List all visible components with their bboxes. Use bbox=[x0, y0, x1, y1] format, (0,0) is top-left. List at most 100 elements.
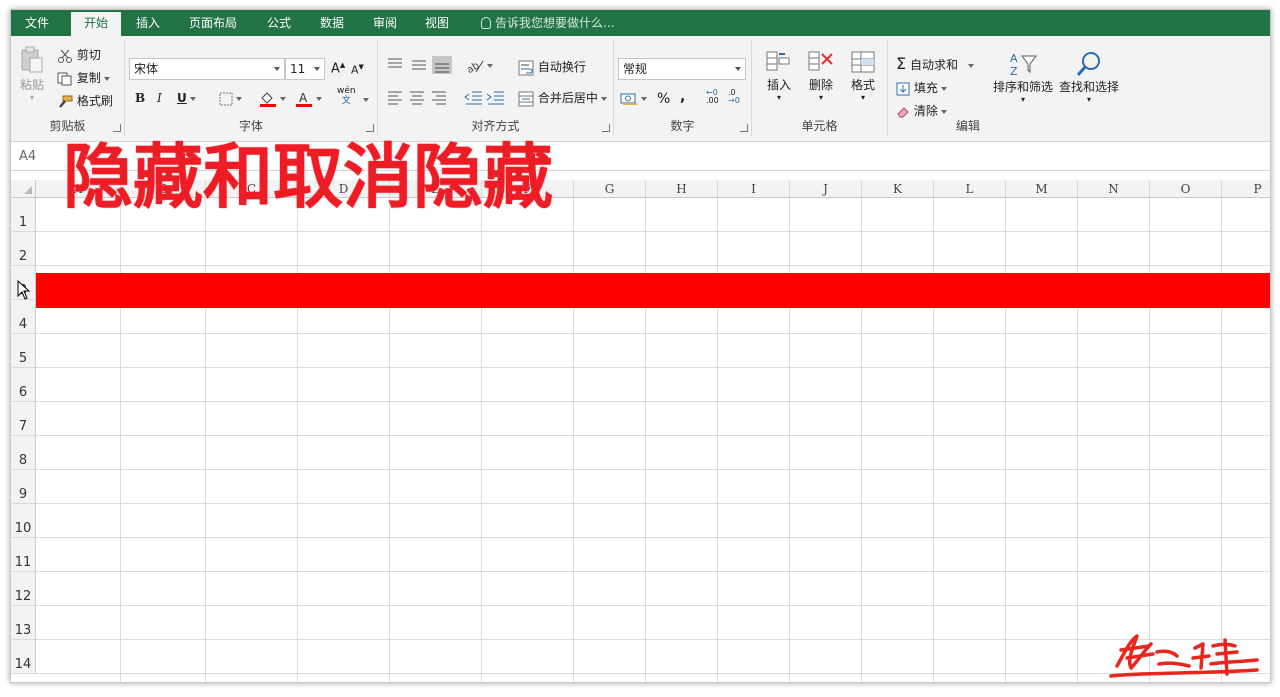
vertical-align-icons[interactable] bbox=[386, 56, 466, 74]
worksheet-grid[interactable]: ABCDEFGHIJKLMNOP 1234567891011121314 bbox=[11, 180, 1270, 682]
italic-button[interactable]: I bbox=[157, 91, 162, 105]
fill-dropdown-icon[interactable] bbox=[940, 86, 947, 91]
wrap-text-button[interactable]: 自动换行 bbox=[518, 58, 586, 76]
font-name-value: 宋体 bbox=[134, 62, 159, 76]
phonetic-dropdown-icon[interactable] bbox=[363, 98, 369, 102]
column-header-i[interactable]: I bbox=[718, 180, 790, 198]
copy-label: 复制 bbox=[76, 71, 101, 85]
tab-view[interactable]: 视图 bbox=[417, 10, 457, 36]
alignment-dialog-launcher[interactable] bbox=[602, 124, 610, 132]
copy-button[interactable]: 复制 bbox=[57, 69, 110, 86]
font-size-value: 11 bbox=[290, 62, 306, 76]
format-painter-button[interactable]: 格式刷 bbox=[57, 92, 113, 109]
grow-font-button[interactable]: A▲ bbox=[331, 61, 345, 76]
format-dropdown-icon[interactable]: ▾ bbox=[846, 93, 880, 102]
paste-button[interactable]: 粘贴 ▾ bbox=[17, 46, 47, 102]
copy-dropdown-icon[interactable] bbox=[103, 76, 110, 81]
select-all-corner[interactable] bbox=[11, 180, 36, 198]
accounting-format-button[interactable] bbox=[620, 91, 647, 106]
increase-decimal-button[interactable]: ←0.00 bbox=[706, 89, 719, 105]
border-dropdown-icon[interactable] bbox=[236, 96, 242, 101]
row-header-1[interactable]: 1 bbox=[11, 198, 36, 232]
column-header-o[interactable]: O bbox=[1150, 180, 1222, 198]
text-orientation-icon: ab bbox=[466, 60, 484, 74]
paste-dropdown-icon[interactable]: ▾ bbox=[17, 93, 47, 102]
row-header-11[interactable]: 11 bbox=[11, 538, 36, 572]
font-color-button[interactable]: A bbox=[295, 90, 322, 108]
row-header-5[interactable]: 5 bbox=[11, 334, 36, 368]
clipboard-dialog-launcher[interactable] bbox=[113, 124, 121, 132]
insert-cells-button[interactable]: 插入 ▾ bbox=[762, 50, 796, 102]
row-header-9[interactable]: 9 bbox=[11, 470, 36, 504]
clear-dropdown-icon[interactable] bbox=[940, 109, 947, 114]
column-header-m[interactable]: M bbox=[1006, 180, 1078, 198]
comma-style-button[interactable]: , bbox=[680, 89, 685, 105]
column-header-p[interactable]: P bbox=[1222, 180, 1270, 198]
sort-filter-dropdown-icon[interactable]: ▾ bbox=[992, 95, 1054, 104]
cut-button[interactable]: 剪切 bbox=[57, 46, 101, 63]
column-header-h[interactable]: H bbox=[646, 180, 718, 198]
column-header-k[interactable]: K bbox=[862, 180, 934, 198]
row-header-6[interactable]: 6 bbox=[11, 368, 36, 402]
tab-page-layout[interactable]: 页面布局 bbox=[181, 10, 245, 36]
decrease-decimal-button[interactable]: .0 →0 bbox=[728, 89, 740, 105]
font-size-select[interactable]: 11 bbox=[285, 58, 325, 80]
shrink-font-button[interactable]: A▼ bbox=[351, 63, 364, 77]
underline-button[interactable]: U bbox=[177, 91, 196, 105]
row-header-12[interactable]: 12 bbox=[11, 572, 36, 606]
find-select-button[interactable]: 查找和选择 ▾ bbox=[1058, 50, 1120, 104]
phonetic-button[interactable]: wén 文 bbox=[337, 86, 356, 106]
tab-home[interactable]: 开始 bbox=[71, 12, 121, 36]
horizontal-align-icons[interactable] bbox=[386, 89, 450, 105]
tab-review[interactable]: 审阅 bbox=[365, 10, 405, 36]
tab-data[interactable]: 数据 bbox=[312, 10, 352, 36]
sigma-icon: Σ bbox=[896, 54, 907, 73]
insert-dropdown-icon[interactable]: ▾ bbox=[762, 93, 796, 102]
delete-cells-button[interactable]: 删除 ▾ bbox=[804, 50, 838, 102]
indent-icons[interactable] bbox=[464, 89, 506, 105]
tab-formulas[interactable]: 公式 bbox=[259, 10, 299, 36]
borders-button[interactable] bbox=[219, 91, 242, 106]
highlighted-row-3[interactable] bbox=[36, 273, 1270, 308]
autosum-dropdown-icon[interactable] bbox=[967, 63, 974, 68]
sort-filter-button[interactable]: AZ 排序和筛选 ▾ bbox=[992, 50, 1054, 104]
find-select-label: 查找和选择 bbox=[1058, 80, 1119, 94]
font-name-select[interactable]: 宋体 bbox=[129, 58, 285, 80]
fill-button[interactable]: 填充 bbox=[896, 79, 947, 96]
format-cells-button[interactable]: 格式 ▾ bbox=[846, 50, 880, 102]
number-dialog-launcher[interactable] bbox=[740, 124, 748, 132]
underline-dropdown-icon[interactable] bbox=[189, 96, 196, 101]
merge-dropdown-icon[interactable] bbox=[600, 96, 607, 101]
row-header-4[interactable]: 4 bbox=[11, 300, 36, 334]
column-header-l[interactable]: L bbox=[934, 180, 1006, 198]
percent-style-button[interactable]: % bbox=[657, 91, 670, 107]
fill-color-button[interactable] bbox=[259, 90, 286, 108]
bold-button[interactable]: B bbox=[135, 91, 145, 105]
row-header-13[interactable]: 13 bbox=[11, 606, 36, 640]
row-header-7[interactable]: 7 bbox=[11, 402, 36, 436]
column-header-n[interactable]: N bbox=[1078, 180, 1150, 198]
tell-me-box[interactable]: 告诉我您想要做什么... bbox=[481, 10, 614, 36]
column-header-j[interactable]: J bbox=[790, 180, 862, 198]
orientation-dropdown-icon[interactable] bbox=[487, 64, 493, 68]
font-dialog-launcher[interactable] bbox=[366, 124, 374, 132]
tab-file[interactable]: 文件 bbox=[11, 10, 63, 36]
font-color-dropdown-icon[interactable] bbox=[316, 97, 322, 101]
cells-group-label: 单元格 bbox=[801, 119, 838, 133]
fill-color-dropdown-icon[interactable] bbox=[280, 97, 286, 101]
grow-font-label: A bbox=[331, 61, 340, 77]
number-format-select[interactable]: 常规 bbox=[618, 58, 746, 80]
merge-center-button[interactable]: 合并后居中 bbox=[518, 89, 607, 107]
row-header-2[interactable]: 2 bbox=[11, 232, 36, 266]
column-header-g[interactable]: G bbox=[574, 180, 646, 198]
delete-dropdown-icon[interactable]: ▾ bbox=[804, 93, 838, 102]
tab-insert[interactable]: 插入 bbox=[128, 10, 168, 36]
row-header-10[interactable]: 10 bbox=[11, 504, 36, 538]
find-select-dropdown-icon[interactable]: ▾ bbox=[1058, 95, 1120, 104]
accounting-dropdown-icon[interactable] bbox=[641, 96, 647, 101]
row-header-14[interactable]: 14 bbox=[11, 640, 36, 674]
orientation-button[interactable]: ab bbox=[466, 58, 493, 74]
autosum-button[interactable]: Σ 自动求和 bbox=[896, 54, 974, 73]
insert-cells-icon bbox=[766, 51, 790, 71]
row-header-8[interactable]: 8 bbox=[11, 436, 36, 470]
